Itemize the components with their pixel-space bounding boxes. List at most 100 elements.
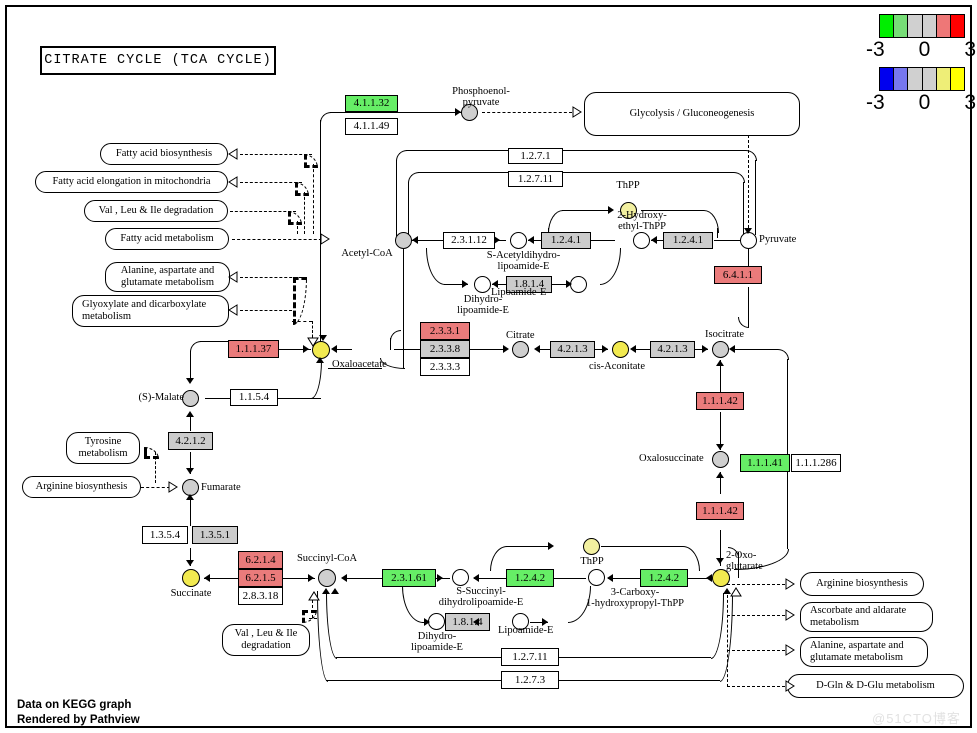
- enzyme-1-2-7-11b[interactable]: 1.2.7.11: [501, 648, 559, 666]
- enzyme-6-2-1-4[interactable]: 6.2.1.4: [238, 551, 283, 569]
- legend-ticks-2: -3 0 3: [866, 91, 976, 115]
- legend2-min: -3: [866, 91, 885, 114]
- label-fumarate: Fumarate: [201, 482, 241, 493]
- pathway-glycolysis-gluconeogenesis[interactable]: Glycolysis / Gluconeogenesis: [584, 92, 800, 136]
- enzyme-4-1-1-49[interactable]: 4.1.1.49: [345, 118, 398, 135]
- node-dihydrolipoamide-e-bottom[interactable]: [428, 613, 445, 630]
- node-dihydrolipoamide-e-top[interactable]: [474, 276, 491, 293]
- enzyme-1-2-7-11a[interactable]: 1.2.7.11: [508, 171, 563, 187]
- node-succinyl-coa[interactable]: [318, 569, 336, 587]
- enzyme-2-3-3-3[interactable]: 2.3.3.3: [420, 358, 470, 376]
- node-lipoamide-e-top[interactable]: [570, 276, 587, 293]
- arrowhead-fael: [228, 176, 238, 188]
- pathway-fatty-acid-metabolism[interactable]: Fatty acid metabolism: [105, 228, 229, 250]
- legend-swatch: [922, 68, 937, 90]
- legend-swatch: [894, 68, 909, 90]
- label-3-carboxy-1-hydroxy: 3-Carboxy- 1-hydroxypropyl-ThPP: [586, 587, 684, 610]
- line-pep-vertical: [320, 120, 321, 342]
- enzyme-1-8-1-4b[interactable]: 1.8.1.4: [445, 613, 490, 631]
- enzyme-1-2-4-2b[interactable]: 1.2.4.2: [640, 569, 688, 587]
- enzyme-1-1-1-286[interactable]: 1.1.1.286: [791, 454, 841, 472]
- enzyme-2-3-1-12[interactable]: 2.3.1.12: [443, 232, 495, 249]
- enzyme-2-3-3-1[interactable]: 2.3.3.1: [420, 322, 470, 340]
- pathway-arginine-biosynthesis-left[interactable]: Arginine biosynthesis: [22, 476, 141, 498]
- enzyme-1-2-4-2a[interactable]: 1.2.4.2: [506, 569, 554, 587]
- dash-fam: [232, 239, 327, 240]
- arrowhead-glyox: [228, 304, 238, 316]
- arrow-oxalo-left-in: [303, 345, 309, 353]
- enzyme-1-1-1-37[interactable]: 1.1.1.37: [228, 340, 279, 358]
- arrow-lipo-top: [566, 280, 572, 288]
- line-pep-to-node: [330, 112, 465, 113]
- enzyme-6-4-1-1[interactable]: 6.4.1.1: [714, 266, 762, 284]
- enzyme-1-3-5-1[interactable]: 1.3.5.1: [192, 526, 238, 544]
- enzyme-4-2-1-3a[interactable]: 4.2.1.3: [550, 341, 595, 358]
- arrowhead-aag-right: [785, 644, 795, 656]
- pathway-alanine-aspartate-glutamate-r[interactable]: Alanine, aspartate and glutamate metabol…: [800, 637, 928, 667]
- enzyme-4-2-1-2[interactable]: 4.2.1.2: [168, 432, 213, 450]
- enzyme-6-2-1-5[interactable]: 6.2.1.5: [238, 569, 283, 587]
- arrowhead-succoa-val: [308, 591, 320, 601]
- dash-arg-fum: [141, 487, 170, 488]
- line-12711-leftdown: [408, 182, 409, 236]
- node-citrate[interactable]: [512, 341, 529, 358]
- enzyme-1-1-1-41[interactable]: 1.1.1.41: [740, 454, 790, 472]
- enzyme-4-1-1-32[interactable]: 4.1.1.32: [345, 95, 398, 112]
- line-1273-right: [559, 680, 720, 681]
- arrow-ssucc-left: [437, 574, 443, 582]
- legend-swatch: [950, 68, 965, 90]
- line-malate-up: [190, 351, 191, 381]
- enzyme-1-2-7-1[interactable]: 1.2.7.1: [508, 148, 563, 164]
- enzyme-1-2-4-1a[interactable]: 1.2.4.1: [541, 232, 591, 249]
- node-oxalosuccinate[interactable]: [712, 451, 729, 468]
- arrow-oxsu-top: [716, 444, 724, 450]
- arrow-malate-top: [186, 378, 194, 384]
- footer-line-1: Data on KEGG graph: [17, 699, 132, 711]
- enzyme-2-8-3-18[interactable]: 2.8.3.18: [238, 587, 283, 605]
- pathway-val-leu-ile-degradation-top[interactable]: Val , Leu & Ile degradation: [84, 200, 228, 222]
- enzyme-1-1-1-42b[interactable]: 1.1.1.42: [696, 502, 744, 520]
- enzyme-1-2-4-1b[interactable]: 1.2.4.1: [663, 232, 713, 249]
- arrow-iso-bottom: [716, 360, 724, 366]
- arrow-dihydro2-r: [473, 618, 479, 626]
- enzyme-1-3-5-4[interactable]: 1.3.5.4: [142, 526, 188, 544]
- node-3-carboxy-1-hydroxy-thpp[interactable]: [588, 569, 605, 586]
- legend-ticks-1: -3 0 3: [866, 38, 976, 62]
- arrow-succoa-bot1: [322, 588, 330, 594]
- node-thpp-bottom[interactable]: [583, 538, 600, 555]
- node-pyruvate[interactable]: [740, 232, 757, 249]
- node-isocitrate[interactable]: [712, 341, 729, 358]
- legend-swatch: [922, 15, 937, 37]
- pathway-val-leu-ile-degradation-bot[interactable]: Val , Leu & Ile degradation: [222, 624, 310, 656]
- enzyme-2-3-1-61[interactable]: 2.3.1.61: [382, 569, 436, 587]
- enzyme-1-1-5-4[interactable]: 1.1.5.4: [230, 389, 278, 406]
- line-pyr-down: [748, 248, 749, 266]
- arrow-iso-left: [702, 345, 708, 353]
- pathway-glyoxylate-dicarboxylate[interactable]: Glyoxylate and dicarboxylate metabolism: [72, 295, 229, 327]
- arrow-to-pep: [455, 108, 461, 116]
- node-s-malate[interactable]: [182, 390, 199, 407]
- enzyme-1-2-7-3[interactable]: 1.2.7.3: [501, 671, 559, 689]
- pathway-alanine-aspartate-glutamate-l[interactable]: Alanine, aspartate and glutamate metabol…: [105, 262, 230, 292]
- dash-2oxo-asc: [727, 615, 785, 616]
- arrowhead-fumarate-in: [168, 481, 178, 493]
- pathway-arginine-biosynthesis-right[interactable]: Arginine biosynthesis: [800, 572, 924, 596]
- pathway-tyrosine-metabolism[interactable]: Tyrosine metabolism: [66, 432, 140, 464]
- node-succinate[interactable]: [182, 569, 200, 587]
- pathway-ascorbate-aldarate[interactable]: Ascorbate and aldarate metabolism: [800, 602, 933, 632]
- node-s-acetyldihydrolipoamide[interactable]: [510, 232, 527, 249]
- pathway-fatty-acid-biosynthesis[interactable]: Fatty acid biosynthesis: [100, 143, 228, 165]
- enzyme-1-1-1-42a[interactable]: 1.1.1.42: [696, 392, 744, 410]
- node-2-hydroxyethyl-thpp[interactable]: [633, 232, 650, 249]
- arrowhead-fab: [228, 148, 238, 160]
- legend-swatch: [880, 68, 895, 90]
- node-cis-aconitate[interactable]: [612, 341, 629, 358]
- enzyme-2-3-3-8[interactable]: 2.3.3.8: [420, 340, 470, 358]
- pathway-dgln-dglu[interactable]: D-Gln & D-Glu metabolism: [787, 674, 964, 698]
- label-2-oxoglutarate: 2-Oxo-glutarate: [726, 550, 763, 573]
- node-acetyl-coa[interactable]: [395, 232, 412, 249]
- enzyme-4-2-1-3b[interactable]: 4.2.1.3: [650, 341, 695, 358]
- node-s-succinyl-dihydrolip[interactable]: [452, 569, 469, 586]
- arrowhead-arg-right: [785, 578, 795, 590]
- pathway-fatty-acid-elongation[interactable]: Fatty acid elongation in mitochondria: [35, 171, 228, 193]
